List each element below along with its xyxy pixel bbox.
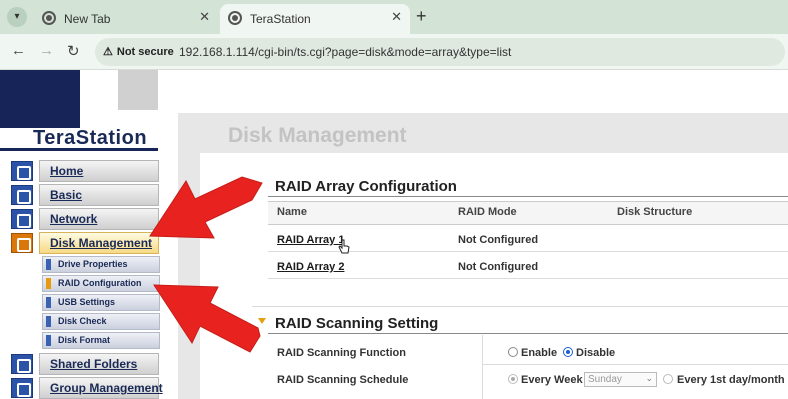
screenshot-root: ▾ New Tab ✕ TeraStation ✕ + ← → ↻ ⚠ Not s… (0, 0, 788, 399)
arrow-to-disk-management (149, 176, 263, 239)
arrow-to-raid-configuration (153, 284, 261, 353)
annotation-arrows (149, 176, 263, 353)
